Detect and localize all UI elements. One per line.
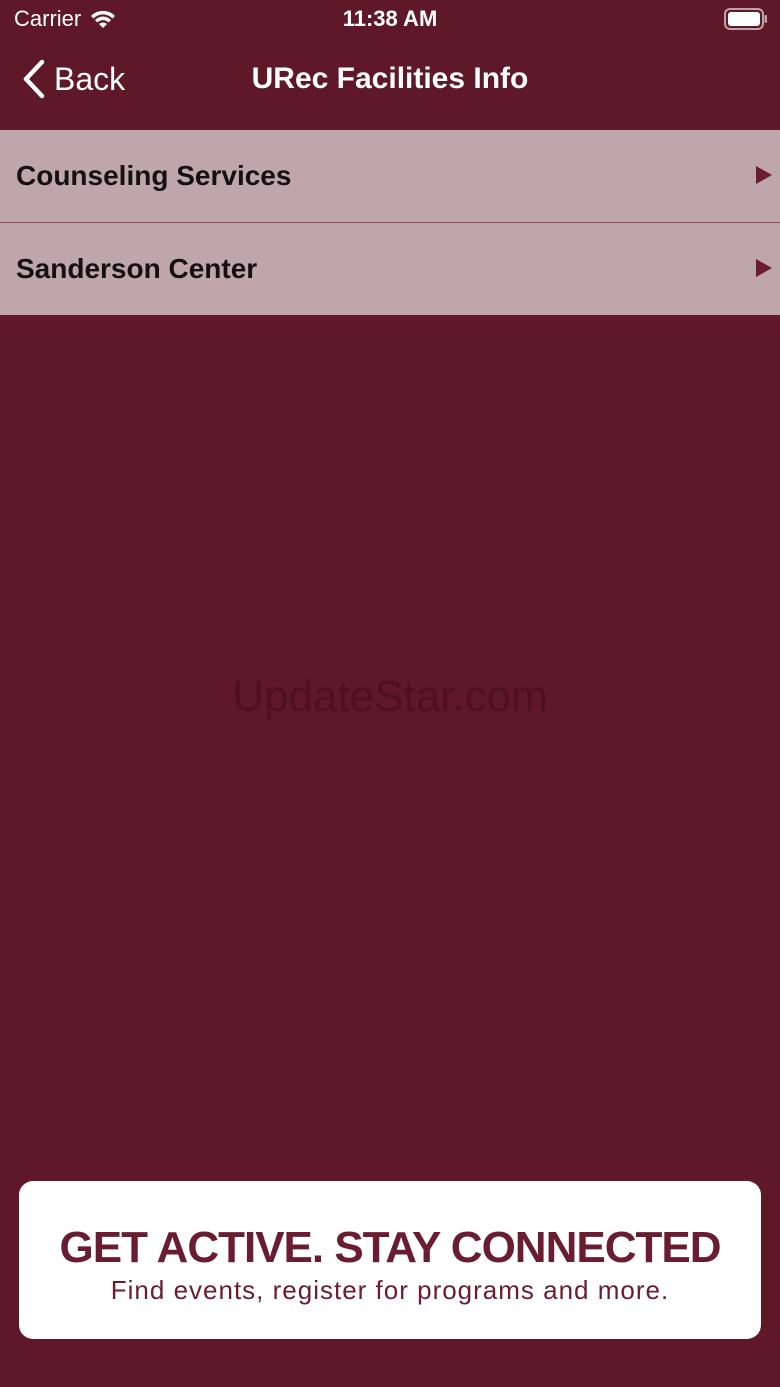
- list-item-counseling-services[interactable]: Counseling Services: [0, 130, 780, 223]
- banner-headline: GET ACTIVE. STAY CONNECTED: [59, 1223, 722, 1272]
- promo-banner[interactable]: GET ACTIVE. STAY CONNECTED Find events, …: [19, 1181, 761, 1339]
- status-time: 11:38 AM: [342, 6, 438, 31]
- watermark: UpdateStar.com: [232, 672, 548, 721]
- list-item-label: Sanderson Center: [16, 253, 258, 284]
- battery-icon: [724, 8, 767, 30]
- status-bar: Carrier 11:38 AM: [0, 0, 780, 42]
- list-item-sanderson-center[interactable]: Sanderson Center: [0, 222, 780, 315]
- disclosure-arrow-icon: [756, 259, 772, 277]
- list-item-label: Counseling Services: [16, 160, 292, 191]
- disclosure-arrow-icon: [756, 166, 772, 184]
- page-title: URec Facilities Info: [251, 62, 529, 95]
- facilities-list: Counseling Services Sanderson Center: [0, 130, 780, 315]
- navigation-bar: Back URec Facilities Info: [0, 42, 780, 130]
- banner-subline: Find events, register for programs and m…: [110, 1275, 670, 1305]
